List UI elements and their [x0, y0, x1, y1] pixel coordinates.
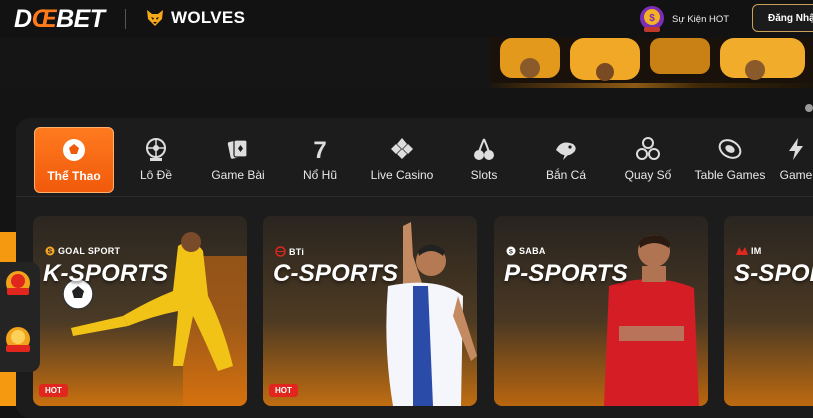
tab-lo-de[interactable]: Lô Đề [116, 127, 196, 193]
site-logo[interactable]: DŒBET [14, 5, 105, 34]
sport-card-c-sports[interactable]: BTi C-SPORTS HOT [263, 216, 477, 406]
tab-ban-ca[interactable]: Bắn Cá [526, 127, 606, 193]
card-brand-text: GOAL SPORT [58, 246, 121, 256]
category-tabs: Thể Thao Lô Đề Game Bài 7 Nổ Hũ Live Cas… [16, 123, 813, 195]
tab-label: Live Casino [370, 168, 434, 182]
login-button[interactable]: Đăng Nhập [752, 4, 813, 32]
wolf-head-icon [147, 10, 163, 26]
tab-label: Thể Thao [47, 169, 101, 183]
hot-event-label: Sự Kiện HOT [672, 13, 730, 25]
logo-text-rest: BET [56, 5, 105, 33]
fish-icon [556, 142, 576, 160]
tab-game-bai[interactable]: Game Bài [198, 127, 278, 193]
card-background [494, 216, 708, 406]
sport-card-k-sports[interactable]: S GOAL SPORT K-SPORTS HOT [33, 216, 247, 406]
tab-label: Quay Số [624, 168, 672, 182]
header-divider [125, 9, 126, 29]
hot-badge: HOT [39, 384, 68, 397]
chip-icon [718, 139, 742, 159]
card-brand: IM [736, 246, 762, 256]
top-bar: DŒBET WOLVES $ Sự Kiện HOT Đăng Nhập [0, 0, 813, 38]
seven-icon: 7 [313, 137, 326, 162]
tab-table-games[interactable]: Table Games [690, 127, 770, 193]
cherries-icon [474, 138, 494, 160]
lottery-wheel-icon [146, 138, 166, 161]
tab-label: Bắn Cá [545, 168, 587, 182]
card-brand: BTi [275, 246, 304, 257]
tab-the-thao[interactable]: Thể Thao [34, 127, 114, 193]
card-background [263, 216, 477, 406]
hero-banner[interactable] [0, 38, 813, 88]
pagination-dot[interactable] [805, 104, 813, 112]
tab-label: Lô Đề [139, 168, 173, 182]
tab-quay-so[interactable]: Quay Số [608, 127, 688, 193]
goal-sport-logo-icon: S [45, 246, 55, 256]
card-brand-text: SABA [519, 246, 546, 256]
tab-label: Game Bài [211, 168, 265, 182]
soccer-ball-icon [63, 139, 85, 161]
hot-event-link[interactable]: $ Sự Kiện HOT [638, 4, 729, 34]
sport-card-s-sports[interactable]: IM S-SPORTS [724, 216, 813, 406]
tab-game[interactable]: Game [766, 127, 813, 193]
sport-card-p-sports[interactable]: S SABA P-SPORTS [494, 216, 708, 406]
tab-label: Table Games [694, 168, 766, 182]
svg-text:$: $ [649, 13, 655, 24]
bti-logo-icon [275, 246, 286, 257]
card-background [724, 216, 813, 406]
reward-coin-icon[interactable] [2, 324, 34, 356]
card-brand: S SABA [506, 246, 546, 256]
banner-players-image [490, 38, 813, 83]
card-title: C-SPORTS [273, 260, 399, 287]
svg-text:7: 7 [313, 137, 326, 162]
refund-coin-icon[interactable] [2, 268, 34, 300]
im-logo-icon [736, 247, 748, 255]
playing-cards-icon [227, 139, 248, 159]
tab-label: Game [779, 168, 813, 182]
banner-pagination [0, 88, 813, 118]
card-title: S-SPORTS [734, 260, 813, 287]
svg-text:S: S [509, 250, 513, 256]
side-floating-menu [0, 262, 40, 372]
tab-slots[interactable]: Slots [444, 127, 524, 193]
card-brand-text: IM [751, 246, 762, 256]
tabs-divider [16, 196, 813, 197]
trophy-badge-icon: $ [640, 6, 664, 32]
card-background [33, 216, 247, 406]
saba-logo-icon: S [506, 246, 516, 256]
logo-text-accent: Œ [31, 5, 57, 33]
logo-text-d: D [14, 5, 32, 33]
svg-text:S: S [48, 249, 53, 256]
card-brand: S GOAL SPORT [45, 246, 120, 256]
lottery-balls-icon [636, 137, 660, 160]
tab-live-casino[interactable]: Live Casino [362, 127, 442, 193]
card-title: P-SPORTS [504, 260, 628, 287]
card-title: K-SPORTS [43, 260, 169, 287]
hot-badge: HOT [269, 384, 298, 397]
diamond-suit-icon [391, 138, 413, 159]
tab-no-hu[interactable]: 7 Nổ Hũ [280, 127, 360, 193]
tab-label: Nổ Hũ [302, 168, 337, 182]
lightning-icon [789, 138, 803, 160]
tab-label: Slots [470, 168, 498, 182]
card-brand-text: BTi [289, 246, 305, 257]
partner-name: WOLVES [171, 8, 246, 27]
partner-wolves[interactable]: WOLVES [145, 8, 245, 28]
